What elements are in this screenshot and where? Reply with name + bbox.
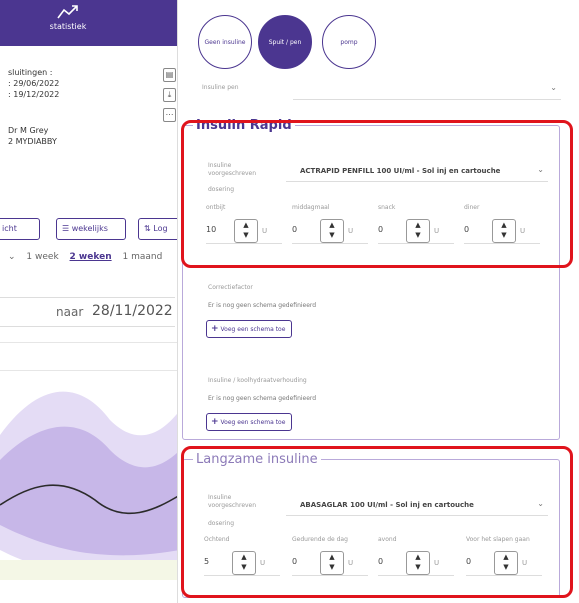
logbook-button[interactable]: ⇅ Log: [138, 218, 180, 240]
period-2weeks[interactable]: 2 weken: [70, 252, 112, 262]
app-window: statistiek sluitingen : : 29/06/2022 : 1…: [0, 0, 579, 603]
segment-label: Geen insuline: [204, 38, 246, 46]
overview-button-label: icht: [2, 224, 17, 233]
chart-target-band: [0, 560, 180, 580]
date-to-label: naar: [56, 305, 84, 319]
divider: [0, 342, 180, 343]
info-line: : 19/12/2022: [8, 90, 60, 99]
glucose-percentile-chart: [0, 391, 180, 580]
top-nav-bar: statistiek: [0, 0, 180, 46]
download-icon[interactable]: ⤓: [163, 88, 176, 102]
tab-statistics-label: statistiek: [49, 22, 87, 31]
segment-no-insulin[interactable]: Geen insuline: [198, 15, 252, 69]
highlight-rapid-insulin: [181, 120, 573, 268]
chart-trend-icon: [57, 5, 78, 19]
logbook-icon: ⇅: [144, 224, 154, 233]
info-line: sluitingen :: [8, 68, 53, 77]
info-line: 2 MYDIABBY: [8, 137, 57, 146]
correction-label: Correctiefactor: [208, 284, 253, 291]
segment-pen[interactable]: Spuit / pen: [258, 15, 312, 69]
insulin-pen-label: Insuline pen: [202, 84, 239, 91]
ratio-empty-text: Er is nog geen schema gedefinieerd: [208, 395, 317, 402]
ratio-label: Insuline / koolhydraatverhouding: [208, 377, 307, 384]
tab-statistics[interactable]: statistiek: [38, 4, 98, 31]
background-app: statistiek sluitingen : : 29/06/2022 : 1…: [0, 0, 180, 603]
document-icon[interactable]: ▤: [163, 68, 176, 82]
add-button-label: Voeg een schema toe: [220, 419, 286, 426]
plus-icon: +: [211, 324, 219, 334]
overview-button[interactable]: icht: [0, 218, 40, 240]
info-line: Dr M Grey: [8, 126, 49, 135]
add-button-label: Voeg een schema toe: [220, 326, 286, 333]
segment-pump[interactable]: pomp: [322, 15, 376, 69]
more-icon[interactable]: ⋯: [163, 108, 176, 122]
divider: [0, 370, 180, 371]
segment-label: pomp: [340, 38, 358, 46]
add-correction-schema-button[interactable]: + Voeg een schema toe: [206, 320, 293, 338]
period-selector: ⌄ 1 week 2 weken 1 maand: [8, 252, 170, 262]
add-ratio-schema-button[interactable]: + Voeg een schema toe: [206, 413, 293, 431]
list-icon: ☰: [62, 224, 72, 233]
insulin-pen-select[interactable]: ⌄: [293, 80, 561, 100]
doctor-info: Dr M Grey 2 MYDIABBY: [8, 125, 57, 147]
period-1month[interactable]: 1 maand: [122, 252, 162, 262]
date-range: naar 28/11/2022: [0, 297, 175, 327]
weekly-button[interactable]: ☰ wekelijks: [56, 218, 126, 240]
period-1week[interactable]: 1 week: [26, 252, 58, 262]
side-actions: ▤ ⤓ ⋯: [163, 68, 177, 128]
correction-empty-text: Er is nog geen schema gedefinieerd: [208, 302, 317, 309]
segment-label: Spuit / pen: [268, 38, 302, 46]
info-line: : 29/06/2022: [8, 79, 60, 88]
chevron-down-icon[interactable]: ⌄: [8, 252, 16, 262]
logbook-button-label: Log: [153, 224, 168, 233]
highlight-slow-insulin: [181, 446, 573, 598]
date-to-input[interactable]: 28/11/2022: [92, 303, 173, 319]
plus-icon: +: [211, 417, 219, 427]
insulin-settings-panel: Geen insuline Spuit / pen pomp Insuline …: [177, 0, 579, 603]
chevron-down-icon: ⌄: [550, 83, 557, 92]
weekly-button-label: wekelijks: [71, 224, 108, 233]
patient-dates: sluitingen : : 29/06/2022 : 19/12/2022: [8, 67, 59, 100]
